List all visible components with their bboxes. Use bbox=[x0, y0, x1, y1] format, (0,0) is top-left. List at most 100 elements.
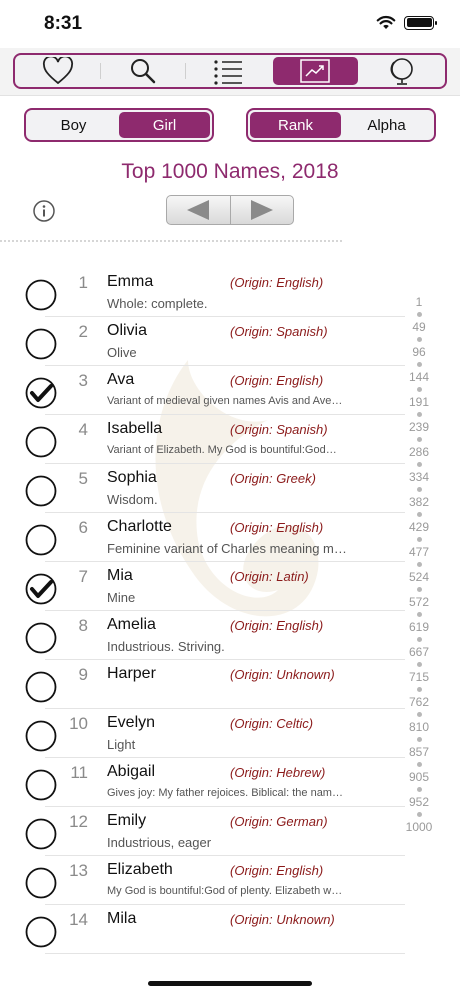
alpha-option[interactable]: Alpha bbox=[341, 112, 432, 138]
name-label: Emma bbox=[107, 273, 154, 290]
index-label: 239 bbox=[408, 420, 430, 434]
index-label: 144 bbox=[408, 370, 430, 384]
next-year-button[interactable] bbox=[229, 196, 294, 224]
meaning-text: My God is bountiful:God of plenty. Eliza… bbox=[107, 885, 343, 897]
index-label: 429 bbox=[408, 520, 430, 534]
unchecked-circle-icon[interactable] bbox=[25, 671, 57, 703]
unchecked-circle-icon[interactable] bbox=[25, 426, 57, 458]
unchecked-circle-icon[interactable] bbox=[25, 769, 57, 801]
rank-index-scrubber[interactable]: 1 49 96 144 191 239 286 334 382 429 477 524 572 619 66… bbox=[404, 296, 434, 833]
index-label: 1000 bbox=[405, 820, 433, 834]
meaning-text: Light bbox=[107, 737, 136, 752]
index-dot bbox=[416, 812, 422, 817]
rank-option[interactable]: Rank bbox=[250, 112, 341, 138]
list-item[interactable]: 7 Mia (Origin: Latin) Mine bbox=[0, 562, 405, 611]
index-dot bbox=[416, 337, 422, 342]
battery-icon bbox=[404, 15, 437, 30]
rank-number: 3 bbox=[78, 371, 88, 390]
meaning-text: Wisdom. bbox=[107, 492, 158, 507]
rank-number: 12 bbox=[69, 812, 88, 831]
name-label: Mia bbox=[107, 567, 133, 584]
index-dot bbox=[416, 462, 422, 467]
name-label: Charlotte bbox=[107, 518, 172, 535]
index-dot bbox=[416, 312, 422, 317]
list-item[interactable]: 9 Harper (Origin: Unknown) bbox=[0, 660, 405, 709]
name-label: Elizabeth bbox=[107, 861, 173, 878]
list-item[interactable]: 11 Abigail (Origin: Hebrew) Gives joy: My f… bbox=[0, 758, 405, 807]
index-dot bbox=[416, 437, 422, 442]
name-label: Mila bbox=[107, 910, 137, 927]
list-item[interactable]: 4 Isabella (Origin: Spanish) Variant of Eli… bbox=[0, 415, 405, 464]
index-label: 382 bbox=[408, 495, 430, 509]
list-button[interactable] bbox=[185, 55, 270, 87]
unchecked-circle-icon[interactable] bbox=[25, 279, 57, 311]
list-item[interactable]: 6 Charlotte (Origin: English) Feminine vari… bbox=[0, 513, 405, 562]
search-button[interactable] bbox=[100, 55, 185, 87]
rank-number: 4 bbox=[78, 420, 88, 439]
meaning-text: Mine bbox=[107, 590, 136, 605]
origin-label: (Origin: English) bbox=[230, 618, 324, 633]
right-arrow-icon bbox=[250, 200, 273, 220]
unchecked-circle-icon[interactable] bbox=[25, 475, 57, 507]
boy-option[interactable]: Boy bbox=[28, 112, 119, 138]
left-arrow-icon bbox=[187, 200, 210, 220]
index-dot bbox=[416, 587, 422, 592]
list-item[interactable]: 1 Emma (Origin: English) Whole: complete. bbox=[0, 268, 405, 317]
origin-label: (Origin: Hebrew) bbox=[230, 765, 326, 780]
origin-label: (Origin: Spanish) bbox=[230, 324, 328, 339]
meaning-text: Whole: complete. bbox=[107, 296, 208, 311]
names-list: 1 Emma (Origin: English) Whole: complete. 2 O… bbox=[0, 268, 405, 954]
index-label: 952 bbox=[408, 795, 430, 809]
previous-year-button[interactable] bbox=[167, 196, 230, 224]
favorites-button[interactable] bbox=[15, 55, 100, 87]
search-icon bbox=[130, 59, 156, 84]
unchecked-circle-icon[interactable] bbox=[25, 720, 57, 752]
list-item[interactable]: 2 Olivia (Origin: Spanish) Olive bbox=[0, 317, 405, 366]
rank-number: 7 bbox=[78, 567, 88, 586]
rank-number: 1 bbox=[78, 273, 88, 292]
list-item[interactable]: 5 Sophia (Origin: Greek) Wisdom. bbox=[0, 464, 405, 513]
index-dot bbox=[416, 562, 422, 567]
index-dot bbox=[416, 662, 422, 667]
wifi-icon bbox=[376, 15, 396, 29]
rank-number: 10 bbox=[69, 714, 88, 733]
name-label: Amelia bbox=[107, 616, 156, 633]
origin-label: (Origin: Latin) bbox=[230, 569, 309, 584]
list-item[interactable]: 13 Elizabeth (Origin: English) My God is bo… bbox=[0, 856, 405, 905]
meaning-text: Industrious. Striving. bbox=[107, 639, 225, 654]
unchecked-circle-icon[interactable] bbox=[25, 867, 57, 899]
gender-segment: Boy Girl bbox=[24, 108, 214, 142]
list-item[interactable]: 3 Ava (Origin: English) Variant of medieval… bbox=[0, 366, 405, 415]
rank-number: 2 bbox=[78, 322, 88, 341]
index-label: 762 bbox=[408, 695, 430, 709]
name-label: Ava bbox=[107, 371, 135, 388]
meaning-text: Feminine variant of Charles meaning manl… bbox=[107, 541, 347, 556]
rank-number: 8 bbox=[78, 616, 88, 635]
list-icon bbox=[214, 60, 242, 85]
index-label: 667 bbox=[408, 645, 430, 659]
checked-circle-icon[interactable] bbox=[25, 377, 57, 409]
unchecked-circle-icon[interactable] bbox=[25, 622, 57, 654]
home-indicator[interactable] bbox=[148, 981, 312, 986]
index-label: 619 bbox=[408, 620, 430, 634]
main-toolbar bbox=[13, 53, 447, 89]
info-button[interactable] bbox=[33, 200, 55, 222]
unchecked-circle-icon[interactable] bbox=[25, 818, 57, 850]
origin-label: (Origin: English) bbox=[230, 373, 324, 388]
rank-number: 13 bbox=[69, 861, 88, 880]
list-item[interactable]: 10 Evelyn (Origin: Celtic) Light bbox=[0, 709, 405, 758]
unchecked-circle-icon[interactable] bbox=[25, 328, 57, 360]
index-label: 857 bbox=[408, 745, 430, 759]
unchecked-circle-icon[interactable] bbox=[25, 524, 57, 556]
name-label: Sophia bbox=[107, 469, 157, 486]
list-item[interactable]: 8 Amelia (Origin: English) Industrious. Str… bbox=[0, 611, 405, 660]
index-dot bbox=[416, 512, 422, 517]
trends-button[interactable] bbox=[272, 57, 358, 85]
checked-circle-icon[interactable] bbox=[25, 573, 57, 605]
girl-option[interactable]: Girl bbox=[119, 112, 210, 138]
globe-button[interactable] bbox=[360, 55, 445, 87]
unchecked-circle-icon[interactable] bbox=[25, 916, 57, 948]
meaning-text: Olive bbox=[107, 345, 137, 360]
list-item[interactable]: 12 Emily (Origin: German) Industrious, eage… bbox=[0, 807, 405, 856]
list-item[interactable]: 14 Mila (Origin: Unknown) bbox=[0, 905, 405, 954]
